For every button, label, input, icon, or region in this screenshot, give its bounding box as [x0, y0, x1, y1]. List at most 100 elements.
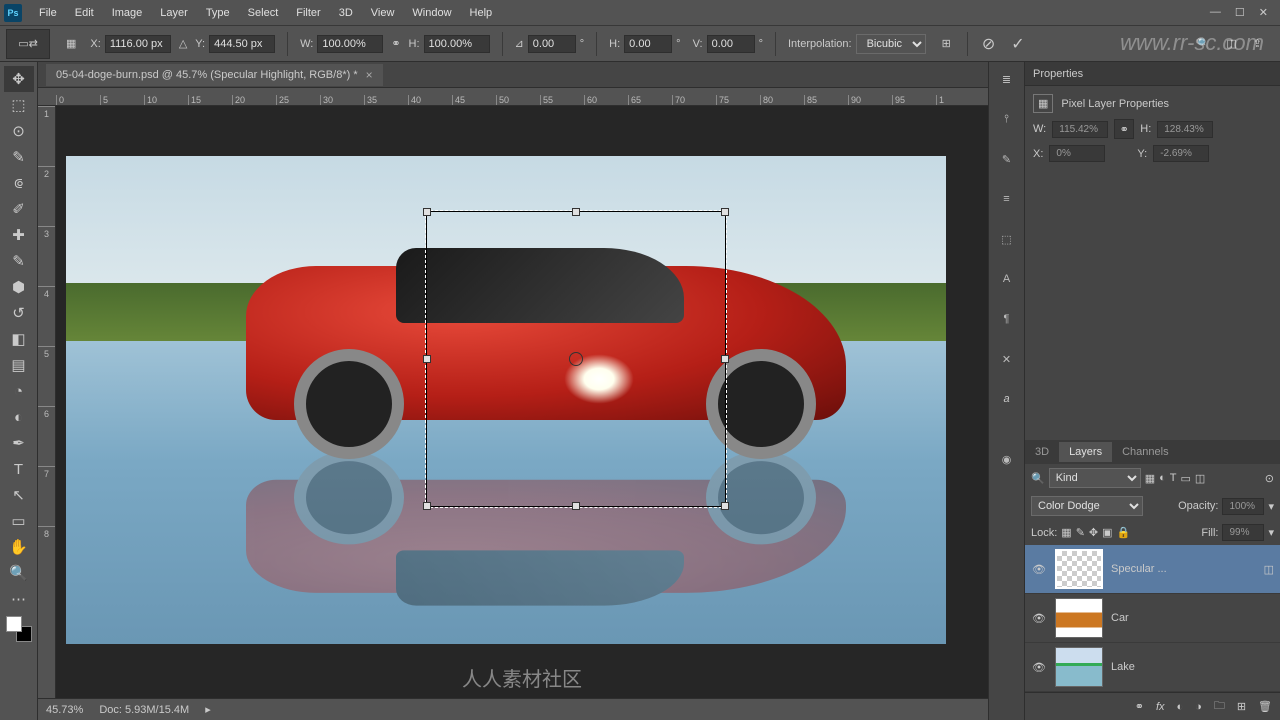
- link-layers-icon[interactable]: ⚭: [1135, 700, 1144, 713]
- menu-3d[interactable]: 3D: [330, 7, 362, 19]
- character-panel-icon[interactable]: A: [994, 266, 1020, 292]
- blur-tool[interactable]: ◔: [4, 378, 34, 404]
- tab-3d[interactable]: 3D: [1025, 442, 1059, 462]
- menu-select[interactable]: Select: [239, 7, 288, 19]
- opacity-input[interactable]: [1222, 498, 1264, 515]
- eraser-tool[interactable]: ◧: [4, 326, 34, 352]
- tools-panel-icon[interactable]: ✕: [994, 346, 1020, 372]
- prop-y-input[interactable]: [1153, 145, 1209, 162]
- menu-type[interactable]: Type: [197, 7, 239, 19]
- cancel-transform-icon[interactable]: ⊘: [976, 34, 1001, 54]
- visibility-icon[interactable]: 👁: [1031, 612, 1047, 625]
- lock-transparency-icon[interactable]: ▦: [1061, 526, 1071, 539]
- libraries-panel-icon[interactable]: ⬚: [994, 226, 1020, 252]
- vertical-ruler[interactable]: 12345678: [38, 106, 56, 698]
- share-icon[interactable]: ⇪: [1253, 37, 1262, 50]
- brushes-panel-icon[interactable]: ✎: [994, 146, 1020, 172]
- search-icon[interactable]: 🔍: [1197, 37, 1211, 50]
- w-input[interactable]: [317, 35, 383, 53]
- shape-tool[interactable]: ▭: [4, 508, 34, 534]
- angle-input[interactable]: [528, 35, 576, 53]
- frame-icon[interactable]: ◫: [1226, 37, 1236, 50]
- status-doc[interactable]: Doc: 5.93M/15.4M: [99, 704, 189, 716]
- anchor-icon[interactable]: ▦: [60, 37, 82, 50]
- brush-tool[interactable]: ✎: [4, 248, 34, 274]
- layer-row[interactable]: 👁 Lake: [1025, 643, 1280, 692]
- h-input[interactable]: [424, 35, 490, 53]
- cc-panel-icon[interactable]: ◉: [994, 446, 1020, 472]
- skewh-input[interactable]: [624, 35, 672, 53]
- link-icon[interactable]: ⚭: [391, 37, 400, 50]
- delete-layer-icon[interactable]: 🗑: [1258, 700, 1272, 713]
- tool-preset-icon[interactable]: ▭⇄: [6, 29, 50, 59]
- edit-toolbar-icon[interactable]: ⋯: [4, 586, 34, 612]
- y-input[interactable]: [209, 35, 275, 53]
- type-tool[interactable]: T: [4, 456, 34, 482]
- minimize-icon[interactable]: —: [1210, 6, 1221, 19]
- canvas[interactable]: 人人素材社区: [56, 106, 988, 698]
- group-icon[interactable]: 🗀: [1214, 697, 1225, 716]
- transform-center[interactable]: [569, 352, 583, 366]
- dodge-tool[interactable]: ◐: [4, 404, 34, 430]
- lock-all-icon[interactable]: 🔒: [1117, 526, 1131, 539]
- handle-top-center[interactable]: [572, 208, 580, 216]
- maximize-icon[interactable]: ☐: [1235, 6, 1245, 19]
- marquee-tool[interactable]: ⬚: [4, 92, 34, 118]
- styles-panel-icon[interactable]: ≡: [994, 186, 1020, 212]
- layer-name[interactable]: Car: [1111, 612, 1129, 624]
- prop-x-input[interactable]: [1049, 145, 1105, 162]
- hand-tool[interactable]: ✋: [4, 534, 34, 560]
- layer-thumbnail[interactable]: [1055, 647, 1103, 687]
- prop-w-input[interactable]: [1052, 121, 1108, 138]
- menu-layer[interactable]: Layer: [151, 7, 197, 19]
- history-panel-icon[interactable]: ≣: [994, 66, 1020, 92]
- glyphs-panel-icon[interactable]: a: [994, 386, 1020, 412]
- gradient-tool[interactable]: ▤: [4, 352, 34, 378]
- zoom-tool[interactable]: 🔍: [4, 560, 34, 586]
- handle-bottom-right[interactable]: [721, 502, 729, 510]
- link-wh-icon[interactable]: ⚭: [1114, 119, 1134, 139]
- filter-smart-icon[interactable]: ◫: [1195, 472, 1205, 485]
- new-layer-icon[interactable]: ⊞: [1237, 700, 1246, 713]
- lock-position-icon[interactable]: ✥: [1089, 526, 1098, 539]
- move-tool[interactable]: ✥: [4, 66, 34, 92]
- menu-edit[interactable]: Edit: [66, 7, 103, 19]
- stamp-tool[interactable]: ⬢: [4, 274, 34, 300]
- lasso-tool[interactable]: ⊙: [4, 118, 34, 144]
- color-swatches[interactable]: [6, 616, 32, 642]
- transform-bounding-box[interactable]: [426, 211, 726, 507]
- filter-adjust-icon[interactable]: ◐: [1159, 472, 1166, 484]
- lock-pixels-icon[interactable]: ✎: [1076, 526, 1085, 539]
- chevron-down-icon[interactable]: ▾: [1268, 500, 1274, 513]
- menu-filter[interactable]: Filter: [287, 7, 329, 19]
- close-icon[interactable]: ✕: [1259, 6, 1268, 19]
- properties-panel-tab[interactable]: Properties: [1025, 62, 1280, 86]
- crop-tool[interactable]: ⟃: [4, 170, 34, 196]
- filter-pixel-icon[interactable]: ▦: [1145, 472, 1155, 485]
- chevron-down-icon[interactable]: ▾: [1268, 526, 1274, 539]
- warp-icon[interactable]: ⊞: [934, 37, 959, 50]
- menu-window[interactable]: Window: [403, 7, 460, 19]
- tab-channels[interactable]: Channels: [1112, 442, 1178, 462]
- horizontal-ruler[interactable]: 051015202530354045505560657075808590951: [38, 88, 988, 106]
- fill-input[interactable]: [1222, 524, 1264, 541]
- lock-artboard-icon[interactable]: ▣: [1102, 526, 1112, 539]
- path-tool[interactable]: ↖: [4, 482, 34, 508]
- commit-transform-icon[interactable]: ✓: [1005, 34, 1030, 54]
- filter-kind-select[interactable]: Kind: [1049, 468, 1141, 488]
- handle-top-left[interactable]: [423, 208, 431, 216]
- menu-image[interactable]: Image: [103, 7, 152, 19]
- history-brush-tool[interactable]: ↺: [4, 300, 34, 326]
- tab-layers[interactable]: Layers: [1059, 442, 1112, 462]
- delta-icon[interactable]: △: [179, 37, 187, 50]
- layer-name[interactable]: Specular ...: [1111, 563, 1167, 575]
- visibility-icon[interactable]: 👁: [1031, 563, 1047, 576]
- handle-bottom-left[interactable]: [423, 502, 431, 510]
- filter-type-icon[interactable]: T: [1170, 472, 1177, 484]
- menu-help[interactable]: Help: [461, 7, 502, 19]
- handle-mid-right[interactable]: [721, 355, 729, 363]
- foreground-color[interactable]: [6, 616, 22, 632]
- filter-icon[interactable]: 🔍: [1031, 472, 1045, 485]
- layer-name[interactable]: Lake: [1111, 661, 1135, 673]
- layer-style-icon[interactable]: fx: [1156, 701, 1165, 713]
